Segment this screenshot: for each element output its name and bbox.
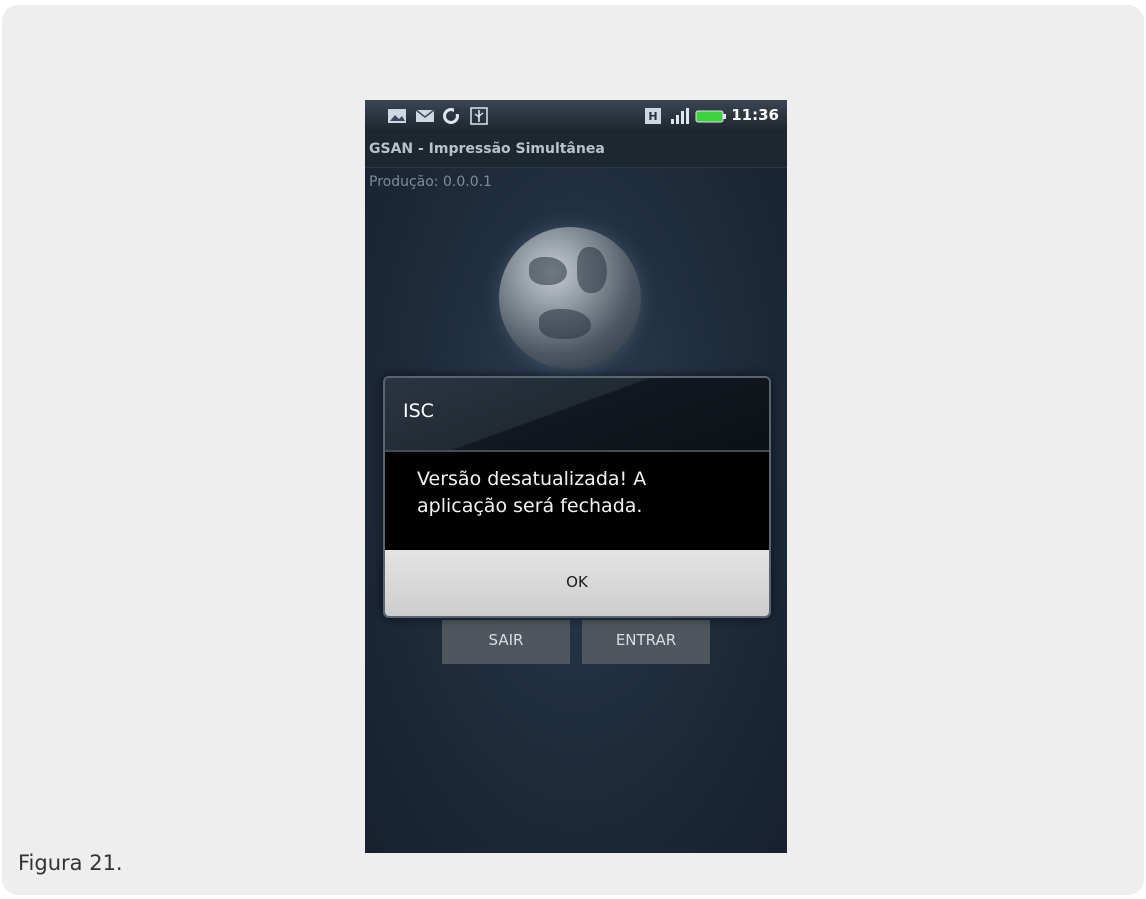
status-time: 11:36	[731, 106, 779, 124]
dialog-message: Versão desatualizada! A aplicação será f…	[417, 466, 737, 520]
phone-screenshot: H 11:36 GSAN - Impressão Simultânea Prod…	[365, 100, 787, 853]
dialog-footer: OK	[385, 550, 769, 616]
version-label: Produção: 0.0.0.1	[369, 174, 492, 190]
status-bar: H 11:36	[365, 100, 787, 133]
dialog-header: ISC	[385, 378, 769, 452]
mail-icon	[415, 107, 435, 125]
enter-button[interactable]: ENTRAR	[582, 620, 710, 664]
globe-logo	[499, 227, 641, 369]
sim-icon: H	[643, 107, 663, 125]
svg-text:H: H	[648, 110, 657, 123]
usb-icon	[469, 107, 489, 125]
dialog-title: ISC	[403, 400, 434, 422]
battery-icon	[695, 107, 727, 125]
dialog-message-line2: aplicação será fechada.	[417, 495, 643, 517]
alert-dialog: ISC Versão desatualizada! A aplicação se…	[383, 376, 771, 618]
dialog-body: Versão desatualizada! A aplicação será f…	[385, 452, 769, 550]
sync-icon	[441, 107, 461, 125]
app-title-bar: GSAN - Impressão Simultânea	[365, 133, 787, 168]
dialog-message-line1: Versão desatualizada! A	[417, 468, 647, 490]
app-title: GSAN - Impressão Simultânea	[369, 141, 605, 157]
signal-icon	[669, 107, 689, 125]
exit-button[interactable]: SAIR	[442, 620, 570, 664]
ok-button[interactable]: OK	[385, 550, 769, 616]
image-icon	[387, 107, 407, 125]
figure-caption: Figura 21.	[18, 851, 123, 875]
